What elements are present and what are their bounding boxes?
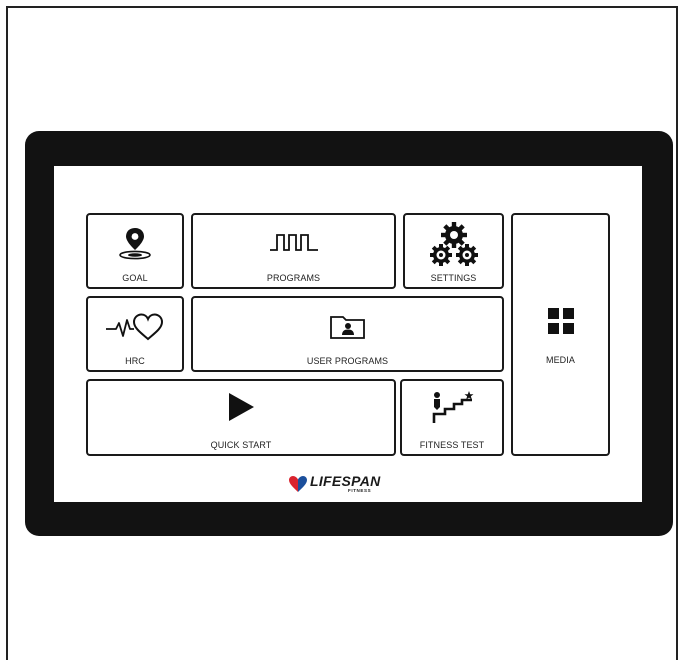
quick-start-label: QUICK START — [210, 440, 272, 450]
programs-button[interactable]: PROGRAMS — [191, 213, 396, 289]
fitness-test-label: FITNESS TEST — [419, 440, 485, 450]
heart-rate-icon — [106, 313, 164, 341]
media-button[interactable]: MEDIA — [511, 213, 610, 456]
grid-icon — [547, 308, 574, 334]
media-label: MEDIA — [545, 355, 575, 365]
lifespan-logo: LIFESPAN FITNESS — [288, 473, 398, 499]
user-programs-button[interactable]: USER PROGRAMS — [191, 296, 504, 372]
hrc-button[interactable]: HRC — [86, 296, 184, 372]
hrc-label: HRC — [125, 356, 145, 366]
program-profile-icon — [269, 234, 318, 251]
brand-subtitle: FITNESS — [348, 488, 372, 493]
quick-start-button[interactable]: QUICK START — [86, 379, 396, 456]
programs-label: PROGRAMS — [266, 273, 321, 283]
settings-label: SETTINGS — [430, 273, 477, 283]
goal-label: GOAL — [122, 273, 148, 283]
play-icon — [229, 393, 254, 421]
stairs-star-icon — [432, 391, 474, 423]
user-folder-icon — [329, 316, 365, 339]
goal-button[interactable]: GOAL — [86, 213, 184, 289]
gears-icon — [429, 222, 478, 266]
lifespan-heart-icon — [289, 476, 307, 492]
location-pin-icon — [119, 228, 151, 260]
settings-button[interactable]: SETTINGS — [403, 213, 504, 289]
user-programs-label: USER PROGRAMS — [306, 356, 389, 366]
brand-name: LIFESPAN — [310, 473, 381, 489]
fitness-test-button[interactable]: FITNESS TEST — [400, 379, 504, 456]
